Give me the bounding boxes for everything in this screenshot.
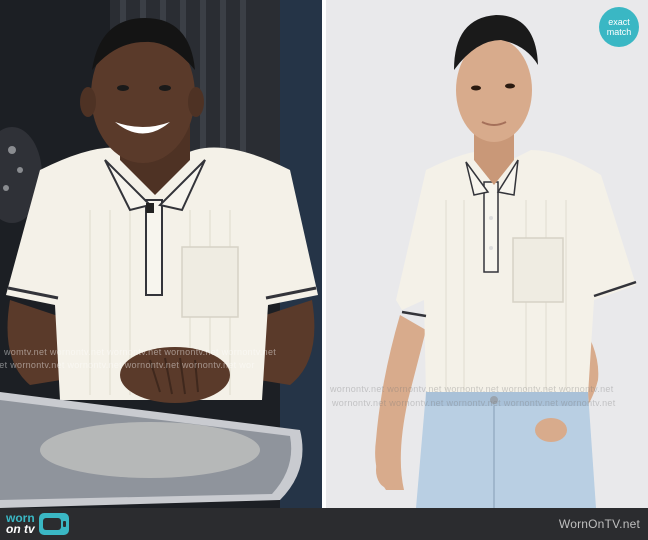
tv-still-photo: womtv.net wornontv.net wornontv.net worn… bbox=[0, 0, 322, 508]
logo-line2: on tv bbox=[6, 522, 35, 536]
exact-match-badge: exact match bbox=[599, 7, 639, 47]
product-photo: wornontv.net wornontv.net wornontv.net w… bbox=[326, 0, 648, 508]
site-name[interactable]: WornOnTV.net bbox=[559, 517, 640, 531]
product-model-illustration bbox=[326, 0, 648, 508]
tv-icon bbox=[38, 513, 69, 535]
badge-line1: exact bbox=[608, 17, 630, 27]
tv-still-illustration bbox=[0, 0, 322, 508]
footer-bar: worn on tv WornOnTV.net bbox=[0, 508, 648, 540]
badge-line2: match bbox=[606, 27, 632, 37]
wornontv-logo[interactable]: worn on tv bbox=[6, 511, 69, 537]
